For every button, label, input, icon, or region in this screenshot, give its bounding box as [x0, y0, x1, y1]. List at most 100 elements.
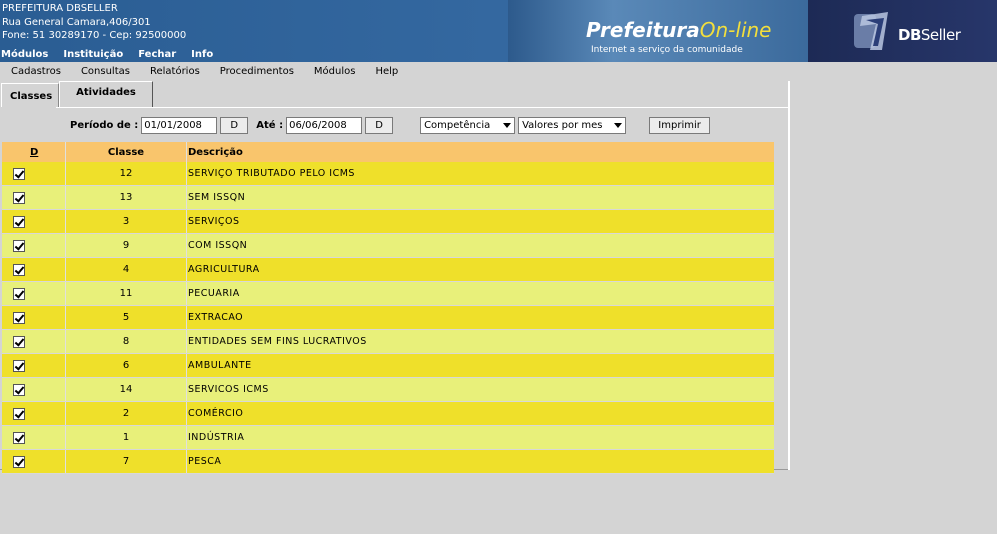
filter-row: Período de : D Até : D Competência Valor… — [70, 115, 711, 135]
org-name: PREFEITURA DBSELLER — [2, 3, 118, 14]
row-checkbox-cell — [2, 378, 66, 401]
row-checkbox[interactable] — [12, 359, 25, 372]
menu-cadastros[interactable]: Cadastros — [0, 66, 70, 77]
menu-procedimentos[interactable]: Procedimentos — [209, 66, 303, 77]
logo-accent: On-line — [699, 18, 772, 42]
dropdown-arrow-icon — [614, 122, 623, 128]
row-descricao: AMBULANTE — [188, 360, 252, 371]
top-nav-modulos[interactable]: Módulos — [0, 49, 48, 60]
row-checkbox-cell — [2, 402, 66, 425]
imprimir-button[interactable]: Imprimir — [649, 116, 711, 134]
row-descricao: SERVIÇO TRIBUTADO PELO ICMS — [188, 168, 355, 179]
valores-select[interactable]: Valores por mes — [518, 116, 627, 134]
valores-select-value: Valores por mes — [522, 119, 603, 131]
row-descricao: INDÚSTRIA — [188, 432, 245, 443]
row-descricao: EXTRACAO — [188, 312, 244, 323]
table-row[interactable]: 7 PESCA — [2, 450, 774, 474]
table-row[interactable]: 2 COMÉRCIO — [2, 402, 774, 426]
table-row[interactable]: 9 COM ISSQN — [2, 234, 774, 258]
row-checkbox-cell — [2, 234, 66, 257]
top-nav: Módulos Instituição Fechar Info — [0, 49, 227, 60]
row-checkbox[interactable] — [12, 191, 25, 204]
row-checkbox-cell — [2, 354, 66, 377]
row-classe: 9 — [66, 234, 187, 257]
date-to-picker-button[interactable]: D — [365, 116, 394, 134]
table-row[interactable]: 13 SEM ISSQN — [2, 186, 774, 210]
column-header-classe: Classe — [66, 142, 187, 162]
row-checkbox[interactable] — [12, 215, 25, 228]
vendor-light: Seller — [920, 26, 961, 44]
dropdown-arrow-icon — [503, 122, 512, 128]
row-descricao: AGRICULTURA — [188, 264, 260, 275]
menu-modulos[interactable]: Módulos — [303, 66, 365, 77]
date-from-picker-button[interactable]: D — [220, 116, 249, 134]
ate-label: Até : — [256, 119, 284, 131]
table-row[interactable]: 5 EXTRACAO — [2, 306, 774, 330]
header-banner: PREFEITURA DBSELLER Rua General Camara,4… — [0, 0, 997, 62]
periodo-label: Período de : — [70, 119, 139, 131]
tab-atividades[interactable]: Atividades — [59, 81, 153, 107]
row-checkbox-cell — [2, 258, 66, 281]
row-checkbox[interactable] — [12, 239, 25, 252]
logo-main: Prefeitura — [586, 18, 700, 42]
logo-subtitle: Internet a serviço da comunidade — [591, 45, 743, 55]
column-header-d[interactable]: D — [2, 142, 66, 162]
content-panel: Classes Atividades Período de : D Até : … — [0, 81, 790, 474]
menu-consultas[interactable]: Consultas — [70, 66, 139, 77]
row-descricao: COM ISSQN — [188, 240, 248, 251]
table-row[interactable]: 8 ENTIDADES SEM FINS LUCRATIVOS — [2, 330, 774, 354]
table-row[interactable]: 14 SERVICOS ICMS — [2, 378, 774, 402]
row-descricao: SEM ISSQN — [188, 192, 246, 203]
dbseller-logo-icon — [854, 12, 888, 50]
column-header-descricao: Descrição — [188, 146, 243, 158]
row-checkbox[interactable] — [12, 407, 25, 420]
row-checkbox[interactable] — [12, 455, 25, 468]
row-checkbox-cell — [2, 186, 66, 209]
table-row[interactable]: 4 AGRICULTURA — [2, 258, 774, 282]
competencia-select[interactable]: Competência — [420, 116, 516, 134]
row-classe: 14 — [66, 378, 187, 401]
tab-classes[interactable]: Classes — [1, 83, 60, 107]
org-contact: Fone: 51 30289170 - Cep: 92500000 — [2, 30, 187, 41]
logo-title: PrefeituraOn-line — [586, 18, 771, 42]
row-checkbox[interactable] — [12, 167, 25, 180]
menu-relatorios[interactable]: Relatórios — [139, 66, 209, 77]
row-descricao: SERVIÇOS — [188, 216, 240, 227]
row-classe: 6 — [66, 354, 187, 377]
menu-bar: Cadastros Consultas Relatórios Procedime… — [0, 62, 997, 81]
dbseller-text: DBSeller — [898, 26, 961, 44]
row-checkbox-cell — [2, 306, 66, 329]
row-checkbox-cell — [2, 330, 66, 353]
row-classe: 3 — [66, 210, 187, 233]
top-nav-instituicao[interactable]: Instituição — [62, 49, 123, 60]
date-from-input[interactable] — [141, 116, 218, 134]
table-row[interactable]: 6 AMBULANTE — [2, 354, 774, 378]
org-info: PREFEITURA DBSELLER Rua General Camara,4… — [2, 2, 186, 43]
row-checkbox[interactable] — [12, 431, 25, 444]
row-classe: 2 — [66, 402, 187, 425]
menu-help[interactable]: Help — [364, 66, 407, 77]
classes-table: D Classe Descrição 12 SERVIÇO TRIBUTADO P… — [2, 142, 774, 474]
table-header-row: D Classe Descrição — [2, 142, 774, 162]
org-address: Rua General Camara,406/301 — [2, 16, 151, 28]
row-classe: 8 — [66, 330, 187, 353]
table-row[interactable]: 12 SERVIÇO TRIBUTADO PELO ICMS — [2, 162, 774, 186]
table-row[interactable]: 3 SERVIÇOS — [2, 210, 774, 234]
date-to-input[interactable] — [286, 116, 363, 134]
row-checkbox[interactable] — [12, 335, 25, 348]
row-classe: 1 — [66, 426, 187, 449]
row-descricao: PESCA — [188, 456, 222, 467]
row-checkbox[interactable] — [12, 263, 25, 276]
table-row[interactable]: 1 INDÚSTRIA — [2, 426, 774, 450]
top-nav-info[interactable]: Info — [190, 49, 213, 60]
row-checkbox[interactable] — [12, 311, 25, 324]
dbseller-logo: DBSeller — [808, 0, 997, 62]
row-checkbox[interactable] — [12, 383, 25, 396]
table-row[interactable]: 11 PECUARIA — [2, 282, 774, 306]
panel-border — [788, 81, 790, 470]
row-checkbox[interactable] — [12, 287, 25, 300]
top-nav-fechar[interactable]: Fechar — [137, 49, 176, 60]
row-descricao: ENTIDADES SEM FINS LUCRATIVOS — [188, 336, 367, 347]
table-body: 12 SERVIÇO TRIBUTADO PELO ICMS 13 SEM ISSQN… — [2, 162, 774, 474]
row-classe: 5 — [66, 306, 187, 329]
